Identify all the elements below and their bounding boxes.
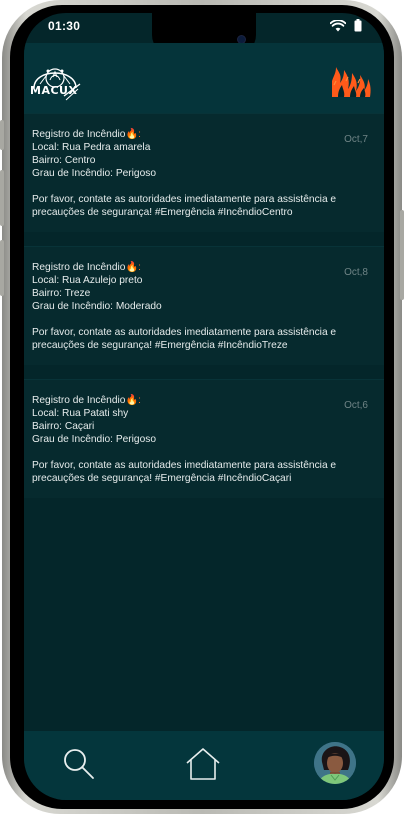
fire-emoji-icon: 🔥: bbox=[125, 395, 141, 406]
fire-logo bbox=[332, 67, 371, 97]
post-message-line1: Por favor, contate as autoridades imedia… bbox=[32, 194, 337, 205]
fire-emoji-icon: 🔥: bbox=[125, 262, 141, 273]
wifi-icon bbox=[330, 19, 346, 31]
post-bairro: Bairro: Treze bbox=[32, 288, 91, 299]
post-message-line2: precauções de segurança! #Emergência #In… bbox=[32, 473, 292, 484]
home-icon[interactable] bbox=[184, 746, 222, 782]
post-grau: Grau de Incêndio: Perigoso bbox=[32, 434, 157, 445]
app-screen: 01:30 MACUX Oct,7 Registro de Incêndio🔥:… bbox=[24, 13, 384, 800]
app-header: MACUX bbox=[24, 43, 384, 113]
post-grau: Grau de Incêndio: Moderado bbox=[32, 301, 162, 312]
profile-avatar[interactable] bbox=[314, 742, 356, 784]
post-title-text: Registro de Incêndio bbox=[32, 129, 126, 140]
post-message-line2: precauções de segurança! #Emergência #In… bbox=[32, 340, 288, 351]
fire-emoji-icon: 🔥: bbox=[125, 129, 141, 140]
post-title: Registro de Incêndio🔥: bbox=[32, 128, 370, 141]
incident-post[interactable]: Oct,8 Registro de Incêndio🔥: Local: Rua … bbox=[24, 246, 384, 365]
post-title-text: Registro de Incêndio bbox=[32, 262, 126, 273]
incident-post[interactable]: Oct,7 Registro de Incêndio🔥: Local: Rua … bbox=[24, 113, 384, 232]
post-message-line1: Por favor, contate as autoridades imedia… bbox=[32, 460, 337, 471]
bottom-nav bbox=[24, 731, 384, 800]
post-title: Registro de Incêndio🔥: bbox=[32, 394, 370, 407]
post-title: Registro de Incêndio🔥: bbox=[32, 261, 370, 274]
power-button bbox=[400, 210, 404, 300]
incident-post[interactable]: Oct,6 Registro de Incêndio🔥: Local: Rua … bbox=[24, 379, 384, 498]
post-local: Local: Rua Pedra amarela bbox=[32, 142, 151, 153]
search-icon[interactable] bbox=[62, 747, 96, 781]
incident-feed: Oct,7 Registro de Incêndio🔥: Local: Rua … bbox=[24, 113, 384, 512]
volume-up-button bbox=[0, 170, 4, 226]
post-title-text: Registro de Incêndio bbox=[32, 395, 126, 406]
post-grau: Grau de Incêndio: Perigoso bbox=[32, 168, 157, 179]
status-icons bbox=[330, 19, 362, 32]
post-bairro: Bairro: Centro bbox=[32, 155, 96, 166]
post-date: Oct,6 bbox=[344, 400, 368, 411]
post-local: Local: Rua Azulejo preto bbox=[32, 275, 143, 286]
post-message-line2: precauções de segurança! #Emergência #In… bbox=[32, 207, 293, 218]
post-date: Oct,8 bbox=[344, 267, 368, 278]
battery-icon bbox=[354, 19, 362, 32]
post-message-line1: Por favor, contate as autoridades imedia… bbox=[32, 327, 337, 338]
post-bairro: Bairro: Caçari bbox=[32, 421, 95, 432]
logo-text: MACUX bbox=[30, 84, 78, 97]
macux-logo[interactable] bbox=[28, 58, 82, 104]
post-local: Local: Rua Patati shy bbox=[32, 408, 129, 419]
post-date: Oct,7 bbox=[344, 134, 368, 145]
silent-switch bbox=[0, 120, 4, 150]
volume-down-button bbox=[0, 240, 4, 296]
front-camera bbox=[238, 36, 245, 43]
status-time: 01:30 bbox=[48, 19, 81, 33]
avatar-illustration bbox=[314, 742, 356, 784]
